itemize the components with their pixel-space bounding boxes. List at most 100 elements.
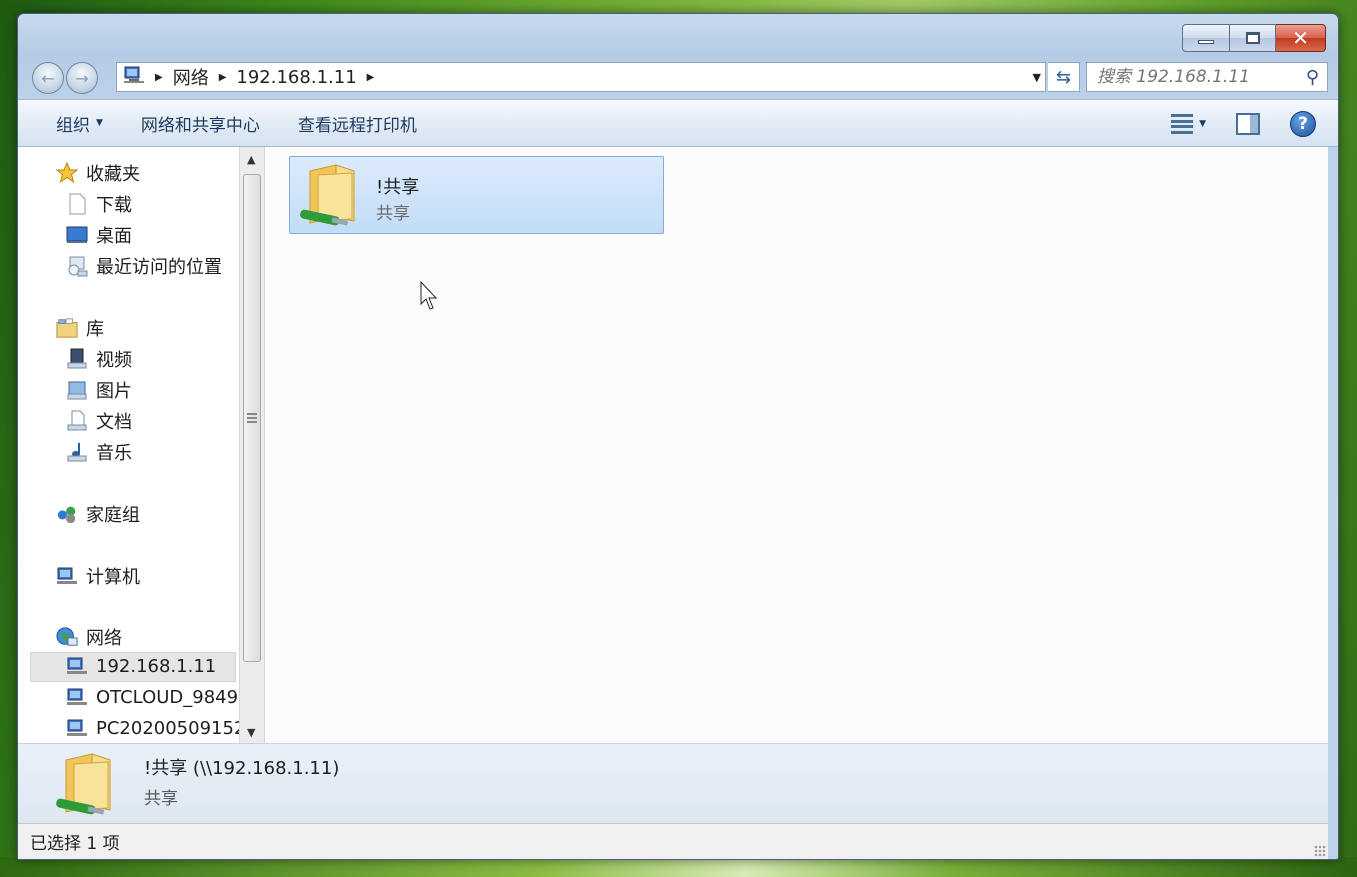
network-sharing-center-label: 网络和共享中心 — [140, 115, 260, 136]
computer-icon — [56, 565, 78, 587]
details-item-name: !共享 (\\192.168.1.11) — [144, 758, 340, 779]
minimize-button[interactable] — [1182, 24, 1230, 52]
change-view-icon[interactable] — [1171, 114, 1194, 134]
breadcrumb-separator-icon[interactable]: ▶ — [367, 72, 375, 83]
scroll-down-icon[interactable]: ▼ — [247, 726, 255, 739]
help-icon[interactable]: ? — [1290, 111, 1316, 137]
desktop-icon — [66, 224, 88, 246]
status-bar: 已选择 1 项 — [18, 823, 1328, 859]
nav-downloads-label: 下载 — [96, 195, 132, 216]
recent-places-icon — [66, 255, 88, 277]
forward-arrow-icon: → — [75, 68, 89, 88]
back-arrow-icon: ← — [41, 68, 55, 88]
nav-music-label: 音乐 — [96, 443, 132, 464]
share-folder-type: 共享 — [376, 204, 410, 224]
network-globe-icon — [56, 626, 78, 648]
forward-button[interactable]: → — [66, 62, 98, 94]
refresh-icon: ⇆ — [1055, 66, 1072, 88]
command-bar-right: ▼ ? — [1171, 100, 1338, 148]
document-library-icon — [66, 410, 88, 432]
address-history-dropdown-icon[interactable]: ▼ — [1033, 71, 1041, 84]
share-folder-tile[interactable]: !共享 共享 — [289, 156, 664, 234]
nav-computer-label: 计算机 — [86, 567, 140, 588]
nav-network-host-2-label: OTCLOUD_9849 — [96, 686, 239, 708]
share-folder-name: !共享 — [376, 177, 420, 198]
details-item-type: 共享 — [144, 789, 178, 809]
chevron-down-icon: ▼ — [96, 118, 103, 128]
nav-homegroup-label: 家庭组 — [86, 505, 140, 526]
content-area: 收藏夹 下载 桌面 最近访问的位置 库 视频 图片 文档 音乐 家庭组 计算机 … — [18, 147, 1328, 743]
homegroup-icon — [56, 503, 78, 525]
scrollbar-grip-icon — [247, 413, 257, 423]
nav-pictures[interactable]: 图片 — [66, 377, 132, 403]
scroll-up-icon[interactable]: ▲ — [247, 153, 255, 166]
search-icon[interactable]: ⚲ — [1306, 67, 1319, 88]
nav-network-host-1[interactable]: 192.168.1.11 — [66, 655, 216, 677]
view-options-dropdown-icon[interactable]: ▼ — [1199, 119, 1206, 129]
breadcrumb-separator-icon[interactable]: ▶ — [219, 72, 227, 83]
star-icon — [56, 162, 78, 184]
status-text: 已选择 1 项 — [30, 834, 120, 854]
resize-grip-icon[interactable] — [1314, 845, 1326, 857]
network-computer-icon — [123, 65, 145, 90]
shared-folder-icon — [56, 753, 111, 815]
details-pane: !共享 (\\192.168.1.11) 共享 — [18, 743, 1328, 823]
address-bar[interactable]: ▶ 网络 ▶ 192.168.1.11 ▶ ▼ — [116, 62, 1046, 92]
nav-recent-places-label: 最近访问的位置 — [96, 257, 222, 278]
preview-pane-icon[interactable] — [1236, 113, 1260, 135]
search-box[interactable]: ⚲ — [1086, 62, 1328, 92]
video-library-icon — [66, 348, 88, 370]
navigation-pane: 收藏夹 下载 桌面 最近访问的位置 库 视频 图片 文档 音乐 家庭组 计算机 … — [18, 147, 239, 743]
close-icon: ✕ — [1292, 26, 1309, 50]
desktop-background-bottom — [0, 857, 1357, 877]
maximize-button[interactable] — [1230, 24, 1276, 52]
music-library-icon — [66, 441, 88, 463]
nav-favorites[interactable]: 收藏夹 — [56, 160, 140, 186]
nav-music[interactable]: 音乐 — [66, 439, 132, 465]
nav-pictures-label: 图片 — [96, 381, 132, 402]
organize-label: 组织 — [56, 115, 90, 136]
nav-network[interactable]: 网络 — [56, 624, 122, 650]
nav-network-host-1-label: 192.168.1.11 — [96, 655, 217, 677]
nav-pane-scrollbar[interactable]: ▲ ▼ — [239, 147, 265, 743]
file-list[interactable]: !共享 共享 — [266, 147, 1328, 743]
nav-network-host-2[interactable]: OTCLOUD_9849 — [66, 686, 238, 708]
nav-network-host-3-label: PC20200509152 — [96, 717, 239, 739]
network-computer-icon — [66, 655, 88, 677]
refresh-button[interactable]: ⇆ — [1048, 62, 1080, 92]
nav-libraries[interactable]: 库 — [56, 315, 104, 341]
network-computer-icon — [66, 717, 88, 739]
view-remote-printers-label: 查看远程打印机 — [297, 115, 417, 136]
nav-libraries-label: 库 — [86, 319, 104, 340]
search-input[interactable] — [1097, 67, 1297, 87]
nav-network-host-3[interactable]: PC20200509152 — [66, 717, 239, 739]
caption-buttons: ✕ — [1182, 24, 1326, 52]
nav-videos[interactable]: 视频 — [66, 346, 132, 372]
breadcrumb-separator-icon[interactable]: ▶ — [155, 72, 163, 83]
organize-menu[interactable]: 组织 ▼ — [56, 111, 103, 136]
breadcrumb-network[interactable]: 网络 — [173, 64, 209, 90]
scrollbar-thumb[interactable] — [243, 174, 261, 662]
nav-downloads[interactable]: 下载 — [66, 191, 132, 217]
nav-documents[interactable]: 文档 — [66, 408, 132, 434]
network-computer-icon — [66, 686, 88, 708]
nav-computer[interactable]: 计算机 — [56, 563, 140, 589]
explorer-window: ✕ ← → ▶ 网络 ▶ 192.168.1.11 ▶ ▼ ⇆ ⚲ 组织 ▼ 网… — [17, 13, 1339, 860]
document-icon — [66, 193, 88, 215]
mouse-cursor-icon — [420, 281, 438, 310]
nav-videos-label: 视频 — [96, 350, 132, 371]
nav-recent-places[interactable]: 最近访问的位置 — [66, 253, 222, 279]
minimize-icon — [1198, 40, 1214, 44]
nav-favorites-label: 收藏夹 — [86, 164, 140, 185]
nav-desktop-label: 桌面 — [96, 226, 132, 247]
navigation-row: ← → ▶ 网络 ▶ 192.168.1.11 ▶ ▼ ⇆ ⚲ — [30, 62, 1330, 96]
nav-desktop[interactable]: 桌面 — [66, 222, 132, 248]
nav-homegroup[interactable]: 家庭组 — [56, 501, 140, 527]
network-sharing-center-button[interactable]: 网络和共享中心 — [141, 111, 260, 136]
back-button[interactable]: ← — [32, 62, 64, 94]
view-remote-printers-button[interactable]: 查看远程打印机 — [298, 111, 417, 136]
breadcrumb-host[interactable]: 192.168.1.11 — [236, 67, 356, 88]
close-button[interactable]: ✕ — [1276, 24, 1326, 52]
library-icon — [56, 317, 78, 339]
command-bar: 组织 ▼ 网络和共享中心 查看远程打印机 ▼ ? — [18, 99, 1338, 147]
